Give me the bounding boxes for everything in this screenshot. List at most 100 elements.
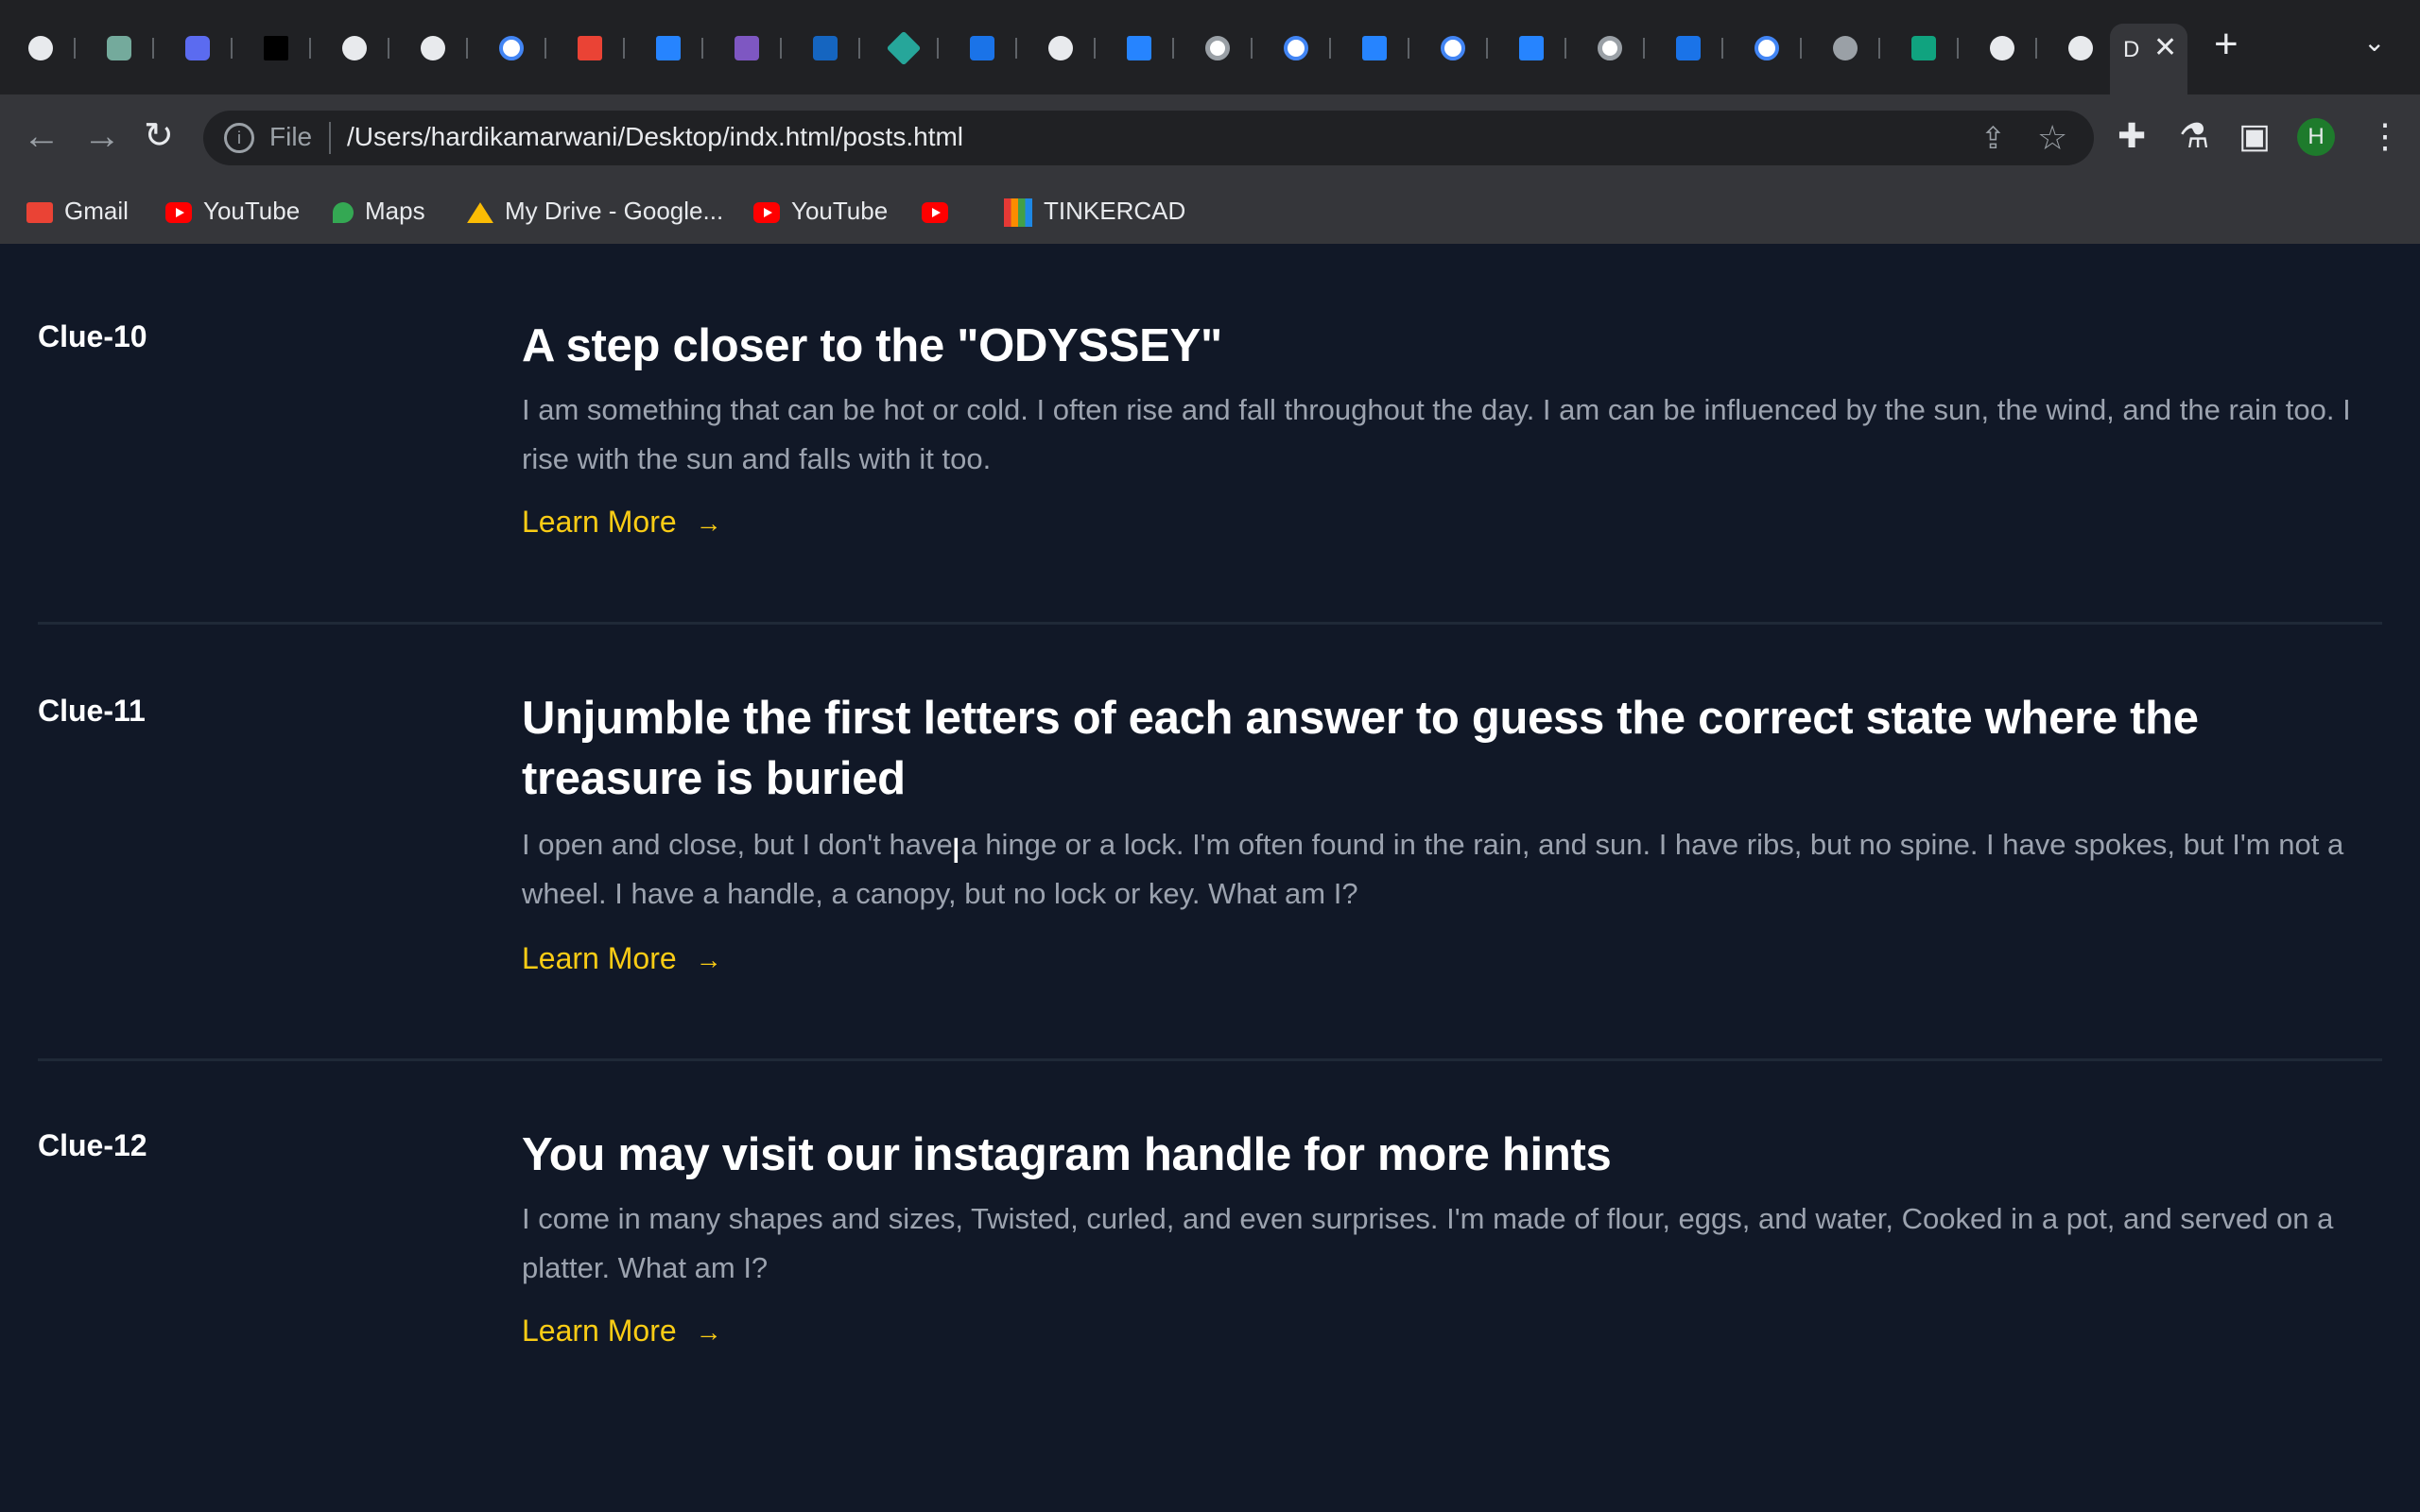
browser-tab[interactable] — [1579, 24, 1645, 71]
browser-tab[interactable] — [1736, 24, 1802, 71]
browser-tab[interactable] — [1029, 24, 1096, 71]
bookmark-gmail[interactable]: Gmail — [26, 197, 129, 226]
clue-description: I open and close, but I don't have a hin… — [522, 828, 2344, 910]
browser-tab[interactable] — [951, 24, 1017, 71]
learn-more-link[interactable]: Learn More → — [522, 1314, 722, 1349]
app-icon — [185, 36, 210, 60]
bookmark-youtube-icon-only[interactable] — [922, 197, 959, 226]
tab-search-chevron-icon[interactable]: ⌄ — [2363, 26, 2385, 58]
tab-separator — [466, 38, 468, 59]
arrow-right-icon: → — [695, 945, 722, 974]
bookmarks-bar: Gmail YouTube Maps My Drive - Google... … — [0, 180, 2420, 246]
youtube-icon — [922, 202, 948, 224]
bookmark-maps[interactable]: Maps — [333, 197, 425, 226]
labs-flask-icon[interactable]: ⚗ — [2179, 112, 2209, 161]
close-tab-icon[interactable]: ✕ — [2153, 31, 2177, 64]
browser-tab[interactable] — [402, 24, 468, 71]
tab-separator — [309, 38, 311, 59]
browser-tab[interactable] — [716, 24, 782, 71]
browser-tab[interactable] — [1657, 24, 1723, 71]
extensions-puzzle-icon[interactable]: ✚ — [2118, 112, 2146, 161]
learn-more-link[interactable]: Learn More → — [522, 505, 722, 540]
tinkercad-icon — [1004, 198, 1032, 228]
tab-separator — [1800, 38, 1802, 59]
tab-separator — [1172, 38, 1174, 59]
tab-separator — [1251, 38, 1253, 59]
maps-pin-icon — [333, 202, 354, 224]
profile-avatar[interactable]: H — [2297, 118, 2335, 156]
tab-separator — [1957, 38, 1959, 59]
browser-tab[interactable] — [1500, 24, 1566, 71]
atlassian-icon — [1362, 36, 1387, 60]
browser-tab[interactable] — [794, 24, 860, 71]
globe-icon — [342, 36, 367, 60]
bookmark-youtube[interactable]: YouTube — [165, 197, 300, 226]
browser-tab[interactable] — [1814, 24, 1880, 71]
browser-tab[interactable] — [1108, 24, 1174, 71]
browser-tab[interactable] — [1265, 24, 1331, 71]
bookmark-label: TINKERCAD — [1044, 197, 1186, 225]
clue-label: Clue-10 — [38, 319, 147, 353]
clue-label: Clue-12 — [38, 1128, 147, 1162]
tab-separator — [858, 38, 860, 59]
browser-tab[interactable] — [1422, 24, 1488, 71]
browser-tab[interactable] — [637, 24, 703, 71]
url-text[interactable]: /Users/hardikamarwani/Desktop/indx.html/… — [347, 122, 963, 152]
browser-tab[interactable] — [245, 24, 311, 71]
browser-tab[interactable] — [1893, 24, 1959, 71]
browser-tab[interactable] — [2049, 24, 2116, 71]
new-tab-plus-icon[interactable]: + — [2214, 21, 2238, 68]
google-icon — [499, 36, 524, 60]
google-drive-icon — [467, 202, 493, 224]
clue-title: You may visit our instagram handle for m… — [522, 1129, 1612, 1180]
bookmark-youtube[interactable]: YouTube — [753, 197, 888, 226]
forward-arrow-icon[interactable]: → — [83, 112, 121, 161]
app-icon — [970, 36, 994, 60]
browser-tab[interactable] — [323, 24, 389, 71]
browser-tab[interactable] — [9, 24, 76, 71]
globe-icon — [1833, 36, 1858, 60]
gmail-icon — [26, 202, 53, 224]
page-content: Clue-10 A step closer to the "ODYSSEY" I… — [0, 244, 2420, 1512]
tab-separator — [1015, 38, 1017, 59]
bookmark-star-icon[interactable]: ☆ — [2037, 118, 2067, 158]
learn-more-link[interactable]: Learn More → — [522, 941, 722, 976]
bookmark-label: YouTube — [203, 197, 301, 225]
tab-separator — [388, 38, 389, 59]
app-icon — [813, 36, 838, 60]
browser-tab[interactable] — [88, 24, 154, 71]
browser-tab[interactable] — [873, 24, 939, 71]
chrome-icon — [1205, 36, 1230, 60]
globe-icon — [1048, 36, 1073, 60]
info-icon[interactable]: i — [224, 123, 254, 153]
address-bar[interactable]: i File /Users/hardikamarwani/Desktop/ind… — [203, 111, 2094, 165]
browser-tab[interactable] — [559, 24, 625, 71]
browser-tab[interactable] — [1343, 24, 1409, 71]
tab-separator — [1408, 38, 1409, 59]
app-icon — [1676, 36, 1701, 60]
diamond-icon — [886, 30, 922, 66]
browser-tab[interactable] — [1971, 24, 2037, 71]
bookmark-tinkercad[interactable]: TINKERCAD — [1004, 197, 1186, 228]
app-icon — [264, 36, 288, 60]
chrome-icon — [1598, 36, 1622, 60]
side-panel-icon[interactable]: ▣ — [2238, 112, 2271, 161]
browser-tab[interactable] — [1186, 24, 1253, 71]
browser-tab[interactable] — [480, 24, 546, 71]
bookmark-label: Maps — [365, 197, 425, 225]
google-icon — [1284, 36, 1308, 60]
clue-description: I am something that can be hot or cold. … — [522, 393, 2351, 475]
active-browser-tab[interactable]: D ✕ — [2110, 24, 2187, 94]
bookmark-label: Gmail — [64, 197, 129, 225]
globe-icon — [1990, 36, 2014, 60]
globe-icon — [28, 36, 53, 60]
list-icon — [735, 36, 759, 60]
menu-kebab-icon[interactable]: ⋮ — [2368, 112, 2402, 161]
reload-icon[interactable]: ↻ — [144, 112, 174, 161]
share-icon[interactable]: ⇪ — [1980, 120, 2006, 156]
back-arrow-icon[interactable]: ← — [23, 112, 60, 161]
bookmark-drive[interactable]: My Drive - Google... — [467, 197, 723, 226]
browser-tab[interactable] — [166, 24, 233, 71]
tab-separator — [1721, 38, 1723, 59]
atlassian-icon — [1519, 36, 1544, 60]
